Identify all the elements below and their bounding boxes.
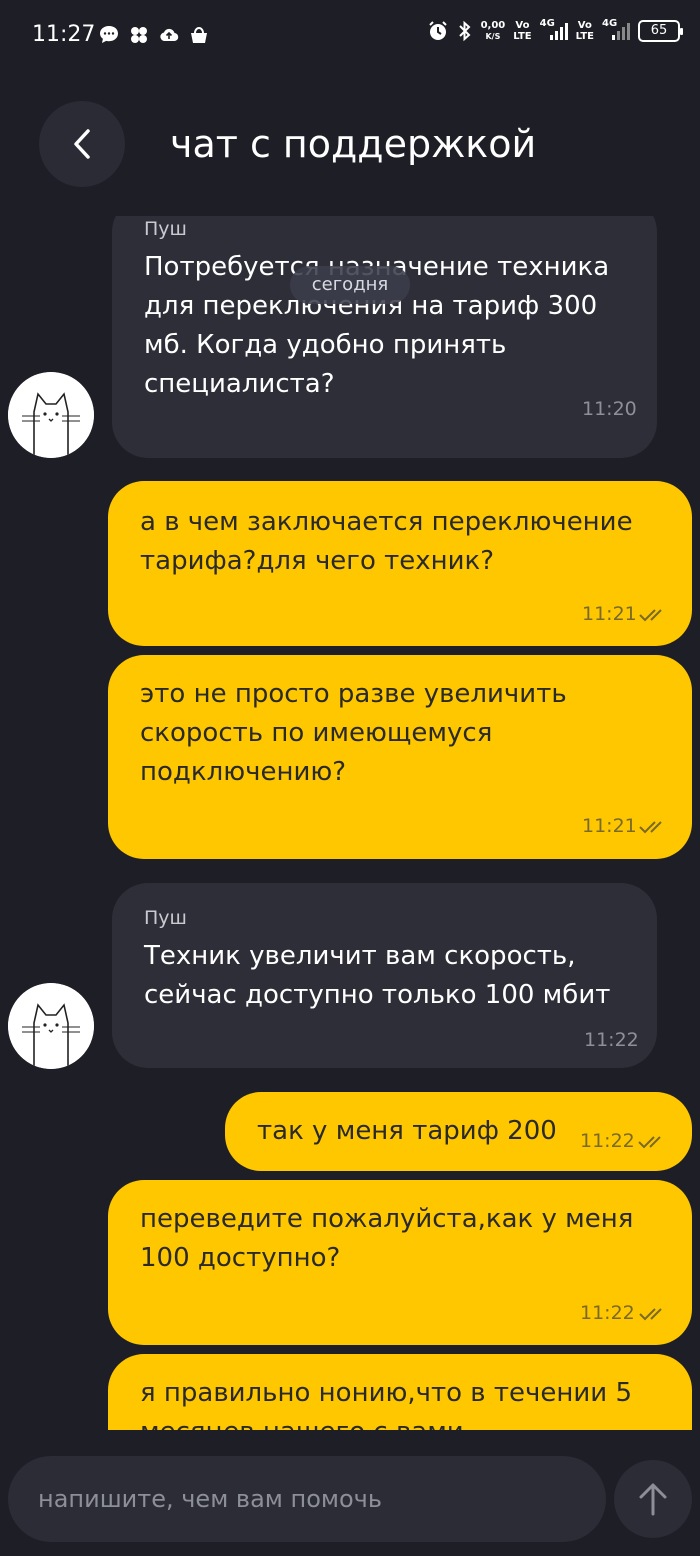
chevron-left-icon bbox=[74, 129, 90, 159]
message-bubble-outgoing: я правильно нонию,что в течении 5 месяце… bbox=[108, 1354, 692, 1430]
volte-indicator-1: Vo LTE bbox=[513, 20, 532, 42]
read-check-icon bbox=[639, 821, 662, 834]
date-separator: сегодня bbox=[290, 266, 410, 304]
support-avatar[interactable] bbox=[8, 372, 94, 458]
message-bubble-outgoing: это не просто разве увеличить скорость п… bbox=[108, 655, 692, 859]
back-button[interactable] bbox=[39, 101, 125, 187]
arrow-up-icon bbox=[639, 1483, 667, 1516]
message-text: а в чем заключается переключение тарифа?… bbox=[140, 507, 633, 576]
signal-icon-2: 4G bbox=[602, 18, 630, 42]
cat-avatar-icon bbox=[8, 983, 94, 1069]
notification-icons bbox=[98, 24, 210, 46]
cat-avatar-icon bbox=[8, 372, 94, 458]
chat-notification-icon bbox=[100, 26, 118, 43]
message-time: 11:22 bbox=[580, 1130, 635, 1152]
message-time: 11:21 bbox=[582, 815, 637, 837]
message-input[interactable] bbox=[38, 1456, 578, 1542]
app-cluster-icon bbox=[131, 27, 147, 43]
send-button[interactable] bbox=[614, 1460, 692, 1538]
message-time: 11:20 bbox=[582, 398, 637, 420]
read-check-icon bbox=[638, 1136, 661, 1149]
message-bubble-outgoing: переведите пожалуйста,как у меня 100 дос… bbox=[108, 1180, 692, 1345]
bluetooth-icon bbox=[458, 20, 471, 42]
read-check-icon bbox=[639, 609, 662, 622]
message-bubble-outgoing: а в чем заключается переключение тарифа?… bbox=[108, 481, 692, 646]
message-text: так у меня тариф 200 bbox=[257, 1116, 557, 1146]
message-bubble-outgoing: так у меня тариф 200 11:22 bbox=[225, 1092, 692, 1171]
message-sender: Пуш bbox=[144, 907, 187, 929]
support-avatar[interactable] bbox=[8, 983, 94, 1069]
read-check-icon bbox=[639, 1308, 662, 1321]
signal-icon-1: 4G bbox=[540, 18, 568, 42]
status-bar: 11:27 0,00 K/S Vo LTE 4G Vo LTE 4G 65 bbox=[0, 0, 700, 70]
message-text: я правильно нонию,что в течении 5 месяце… bbox=[140, 1378, 632, 1430]
system-status-icons: 0,00 K/S Vo LTE 4G Vo LTE 4G 65 bbox=[427, 18, 683, 42]
message-time: 11:21 bbox=[582, 603, 637, 625]
page-title: чат с поддержкой bbox=[170, 122, 537, 166]
message-composer bbox=[8, 1456, 606, 1542]
message-time: 11:22 bbox=[580, 1302, 635, 1324]
battery-icon: 65 bbox=[638, 20, 683, 42]
network-speed: 0,00 K/S bbox=[480, 20, 506, 41]
alarm-icon bbox=[428, 21, 447, 40]
message-bubble-incoming: Пуш Потребуется назначение техника для п… bbox=[112, 216, 657, 458]
message-time: 11:22 bbox=[584, 1029, 639, 1051]
message-text: это не просто разве увеличить скорость п… bbox=[140, 679, 567, 787]
message-bubble-incoming: Пуш Техник увеличит вам скорость, сейчас… bbox=[112, 883, 657, 1068]
shopping-bag-icon bbox=[191, 26, 207, 43]
chat-message-list[interactable]: Пуш Потребуется назначение техника для п… bbox=[0, 216, 700, 1430]
message-text: Техник увеличит вам скорость, сейчас дос… bbox=[144, 941, 611, 1010]
status-time: 11:27 bbox=[32, 22, 96, 47]
message-sender: Пуш bbox=[144, 218, 187, 240]
volte-indicator-2: Vo LTE bbox=[575, 20, 594, 42]
message-text: переведите пожалуйста,как у меня 100 дос… bbox=[140, 1204, 634, 1273]
cloud-upload-icon bbox=[160, 28, 179, 42]
